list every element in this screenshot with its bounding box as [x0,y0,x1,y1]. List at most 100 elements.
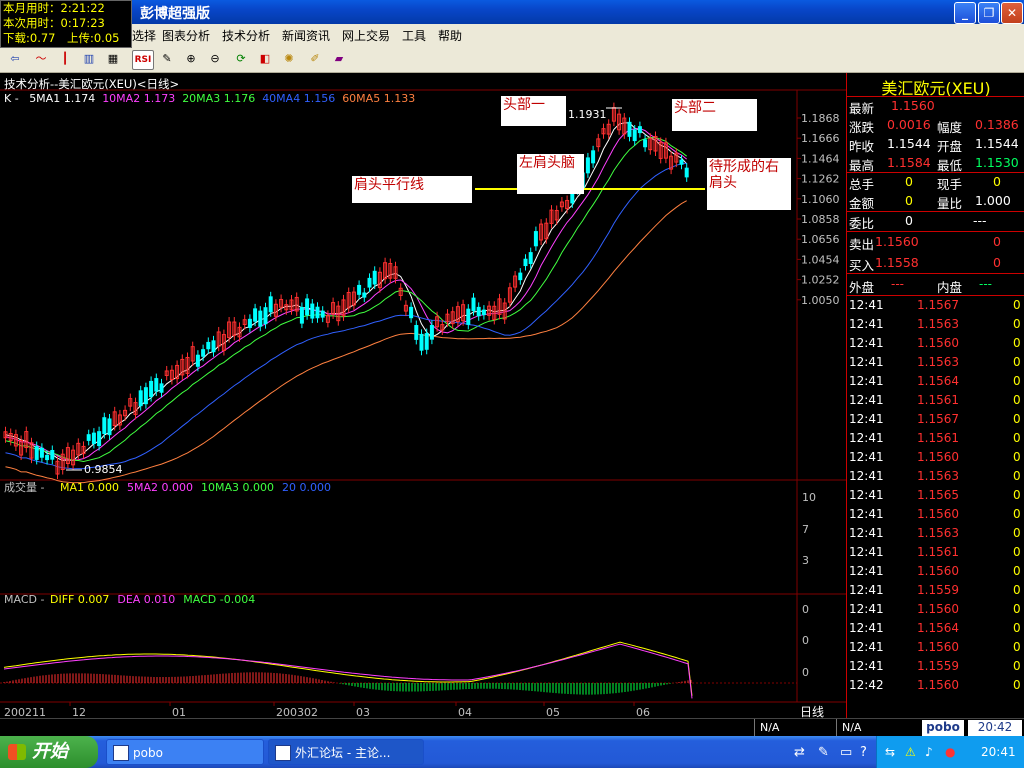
tick-time: 12:41 [849,336,884,350]
tick-row[interactable]: 12:41 1.1560 0 [847,602,1024,620]
tick-volume: 0 [1013,317,1021,331]
cube-icon[interactable]: ◧ [256,50,274,68]
menu-help[interactable]: 帮助 [438,27,462,44]
zoom-in-icon[interactable]: ⊕ [182,50,200,68]
macd-items-0: DIFF 0.007 [50,593,109,606]
volume-legend: MA1 0.000 5MA2 0.000 10MA3 0.000 20 0.000 [60,481,331,494]
tick-row[interactable]: 12:41 1.1563 0 [847,317,1024,335]
candlestick-icon[interactable]: ┃ [56,50,74,68]
tick-row[interactable]: 12:41 1.1560 0 [847,640,1024,658]
task-pobo[interactable]: pobo [106,739,264,765]
tick-row[interactable]: 12:41 1.1559 0 [847,583,1024,601]
tick-time: 12:41 [849,374,884,388]
right-shoulder-annotation: 待形成的右肩头 [707,158,791,210]
zoom-out-icon[interactable]: ⊖ [206,50,224,68]
amount-value: 0 [905,193,913,208]
tick-row[interactable]: 12:41 1.1561 0 [847,431,1024,449]
system-tray: ⇆ ⚠ ♪ ● 20:41 [876,736,1024,768]
tick-price: 1.1563 [917,469,959,483]
tick-row[interactable]: 12:41 1.1565 0 [847,488,1024,506]
rsi-icon[interactable]: RSI [132,50,154,70]
tick-row[interactable]: 12:41 1.1564 0 [847,374,1024,392]
refresh-icon[interactable]: ⟳ [232,50,250,68]
tick-row[interactable]: 12:41 1.1564 0 [847,621,1024,639]
status-na-2: N/A [842,721,862,734]
total-value: 0 [905,174,913,189]
monitor-icon[interactable]: ▭ [840,745,852,760]
maximize-button[interactable]: ❐ [978,2,1000,24]
tray-security-icon[interactable]: ⚠ [905,745,916,759]
tick-row[interactable]: 12:41 1.1559 0 [847,659,1024,677]
tick-row[interactable]: 12:41 1.1560 0 [847,336,1024,354]
sell-label: 卖出 [849,237,875,252]
pencil-icon[interactable]: ✎ [158,50,176,68]
weibi-diff: --- [973,213,987,228]
back-arrow-icon[interactable]: ⇦ [6,50,24,68]
candle-body-61 [320,310,325,318]
candle-body-48 [253,308,258,322]
tick-time: 12:41 [849,488,884,502]
candle-body-59 [310,303,315,319]
menu-select[interactable]: 选择 [132,27,156,44]
weibi-label: 委比 [849,216,875,231]
status-na-1: N/A [760,721,780,734]
tick-row[interactable]: 12:41 1.1563 0 [847,526,1024,544]
menu-chart-analysis[interactable]: 图表分析 [162,27,210,44]
candle-body-100 [523,258,528,267]
network-icon[interactable]: ⇄ [794,745,805,760]
close-button[interactable]: ✕ [1001,2,1023,24]
bar-chart-icon[interactable]: ▥ [80,50,98,68]
tray-network-icon[interactable]: ⇆ [885,745,895,759]
candle-body-78 [409,306,414,319]
tick-row[interactable]: 12:41 1.1561 0 [847,393,1024,411]
book-icon[interactable]: ▰ [330,50,348,68]
tick-row[interactable]: 12:41 1.1567 0 [847,412,1024,430]
macd-histogram [3,672,692,695]
menu-tools[interactable]: 工具 [402,27,426,44]
tray-volume-icon[interactable]: ♪ [925,745,933,759]
price-tick-5: 1.0858 [801,213,840,226]
outer-value: --- [891,277,904,291]
start-button[interactable]: 开始 [0,736,98,768]
change-value: 0.0016 [887,117,931,132]
candle-body-92 [481,309,486,316]
tick-volume: 0 [1013,678,1021,692]
tick-row[interactable]: 12:41 1.1567 0 [847,298,1024,316]
tick-row[interactable]: 12:41 1.1563 0 [847,355,1024,373]
tick-row[interactable]: 12:42 1.1560 0 [847,678,1024,696]
pct-label: 幅度 [937,120,963,135]
tick-row[interactable]: 12:41 1.1561 0 [847,545,1024,563]
tick-volume: 0 [1013,583,1021,597]
minimize-button[interactable]: _ [954,2,976,24]
task-forum[interactable]: 外汇论坛 - 主论... [268,739,424,765]
pen-tool-icon[interactable]: ✐ [306,50,324,68]
tick-row[interactable]: 12:41 1.1560 0 [847,507,1024,525]
grid-icon[interactable]: ▦ [104,50,122,68]
buy-price: 1.1558 [875,255,919,270]
candle-body-38 [201,349,206,357]
tick-price: 1.1560 [917,640,959,654]
tick-volume: 0 [1013,640,1021,654]
tick-row[interactable]: 12:41 1.1563 0 [847,469,1024,487]
menu-news[interactable]: 新闻资讯 [282,27,330,44]
candlesticks [3,102,689,480]
tick-volume: 0 [1013,469,1021,483]
high-price-label: 1.1931 [568,108,607,121]
candle-body-9 [50,449,55,460]
weibi-value: 0 [905,213,913,228]
tick-price: 1.1567 [917,298,959,312]
tray-app-icon[interactable]: ● [945,745,955,759]
ma-curve-4 [5,200,687,484]
pen-icon[interactable]: ✎ [818,745,829,760]
menu-online-trade[interactable]: 网上交易 [342,27,390,44]
line-chart-icon[interactable]: 〜 [32,50,50,68]
low-value: 1.1530 [975,155,1019,170]
help-icon[interactable]: ? [860,745,867,760]
browser-icon [275,745,291,761]
tick-row[interactable]: 12:41 1.1560 0 [847,450,1024,468]
settings-icon[interactable]: ✺ [280,50,298,68]
tick-row[interactable]: 12:41 1.1560 0 [847,564,1024,582]
tick-time: 12:41 [849,564,884,578]
menu-tech-analysis[interactable]: 技术分析 [222,27,270,44]
buy-volume: 0 [993,255,1001,270]
